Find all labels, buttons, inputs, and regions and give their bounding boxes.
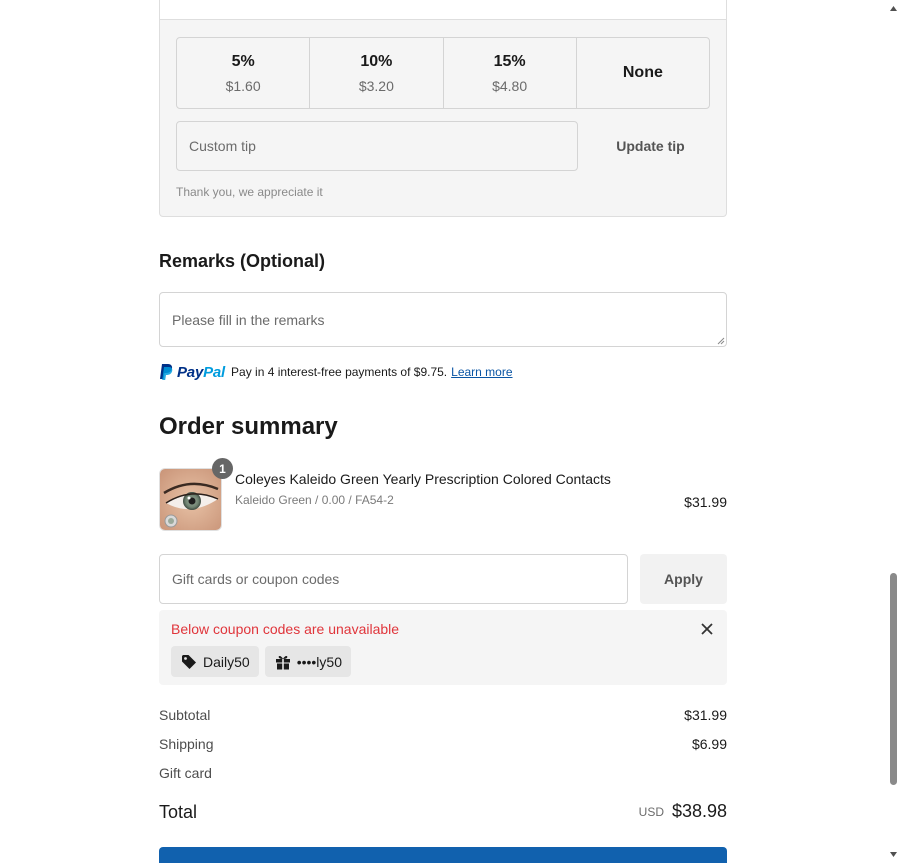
tip-percent: 15% — [493, 52, 526, 70]
gift-card-label: Gift card — [159, 765, 212, 781]
remarks-placeholder: Please fill in the remarks — [172, 311, 325, 328]
product-thumbnail — [159, 468, 222, 531]
tip-option-none[interactable]: None — [575, 38, 709, 108]
paypal-message: PayPal Pay in 4 interest-free payments o… — [159, 362, 727, 382]
custom-tip-input[interactable]: Custom tip — [176, 121, 578, 171]
paypal-logo-pal: Pal — [203, 363, 226, 381]
tip-option-15[interactable]: 15% $4.80 — [442, 38, 576, 108]
coupon-chip-daily50: Daily50 — [171, 646, 259, 677]
page-scrollbar[interactable] — [886, 0, 901, 863]
coupon-placeholder: Gift cards or coupon codes — [172, 571, 340, 587]
subtotal-label: Subtotal — [159, 707, 211, 723]
quantity-badge: 1 — [212, 458, 233, 479]
tip-percent: 10% — [360, 52, 393, 70]
resize-handle-icon[interactable] — [717, 337, 725, 345]
paypal-icon — [160, 364, 173, 380]
scroll-up-arrow-icon[interactable] — [889, 4, 898, 13]
coupon-chip-giftcard: ••••ly50 — [264, 646, 351, 677]
remarks-textarea[interactable]: Please fill in the remarks — [159, 292, 727, 347]
coupon-chip-label: ••••ly50 — [296, 653, 342, 670]
coupon-code-input[interactable]: Gift cards or coupon codes — [159, 554, 628, 604]
tip-section: 5% $1.60 10% $3.20 15% $4.80 None Custom… — [159, 0, 727, 217]
learn-more-link[interactable]: Learn more — [451, 365, 512, 379]
custom-tip-placeholder: Custom tip — [189, 138, 256, 154]
coupon-chips: Daily50 ••••ly50 — [171, 646, 351, 677]
total-value: $38.98 — [671, 801, 727, 821]
gift-icon — [275, 655, 290, 669]
product-variant: Kaleido Green / 0.00 / FA54-2 — [235, 493, 394, 507]
total-label: Total — [159, 802, 198, 822]
tip-amount: $3.20 — [358, 77, 394, 94]
scrollbar-thumb[interactable] — [890, 573, 897, 785]
order-summary-title: Order summary — [159, 413, 338, 440]
paypal-logo: PayPal — [159, 363, 225, 381]
update-tip-button[interactable]: Update tip — [578, 121, 723, 171]
tip-amount: $4.80 — [492, 77, 528, 94]
subtotal-value: $31.99 — [684, 707, 727, 723]
coupon-chip-label: Daily50 — [203, 653, 250, 670]
scroll-down-arrow-icon[interactable] — [889, 850, 898, 859]
unavailable-coupons-message: Below coupon codes are unavailable — [171, 621, 400, 637]
shipping-value: $6.99 — [691, 736, 727, 752]
tip-none-label: None — [622, 64, 663, 81]
apply-coupon-button[interactable]: Apply — [640, 554, 727, 604]
unavailable-coupons-panel: Below coupon codes are unavailable Daily… — [159, 610, 727, 685]
shipping-label: Shipping — [159, 736, 214, 752]
total-currency: USD — [638, 805, 664, 819]
tip-amount: $1.60 — [225, 77, 261, 94]
tip-option-10[interactable]: 10% $3.20 — [309, 38, 442, 108]
total-row: Total USD $38.98 — [159, 800, 727, 826]
product-name: Coleyes Kaleido Green Yearly Prescriptio… — [235, 471, 611, 487]
product-price: $31.99 — [684, 494, 727, 510]
tip-percent: 5% — [231, 52, 255, 70]
tag-icon — [182, 654, 196, 669]
tip-option-5[interactable]: 5% $1.60 — [177, 38, 309, 108]
subtotal-row: Subtotal $31.99 — [159, 707, 727, 727]
paypal-logo-pay: Pay — [177, 363, 204, 381]
pay-now-button[interactable] — [159, 847, 727, 863]
product-line-item: 1 Coleyes Kaleido Green Yearly Prescript… — [159, 458, 727, 532]
tip-top-strip — [160, 0, 726, 20]
eye-contact-lens-image — [160, 469, 221, 530]
tip-options: 5% $1.60 10% $3.20 15% $4.80 None — [176, 37, 710, 109]
tip-thanks-text: Thank you, we appreciate it — [176, 185, 323, 199]
remarks-title: Remarks (Optional) — [159, 251, 326, 271]
close-icon[interactable] — [699, 621, 715, 637]
paypal-installments-text: Pay in 4 interest-free payments of $9.75… — [231, 365, 448, 379]
gift-card-row: Gift card — [159, 765, 727, 785]
shipping-row: Shipping $6.99 — [159, 736, 727, 756]
